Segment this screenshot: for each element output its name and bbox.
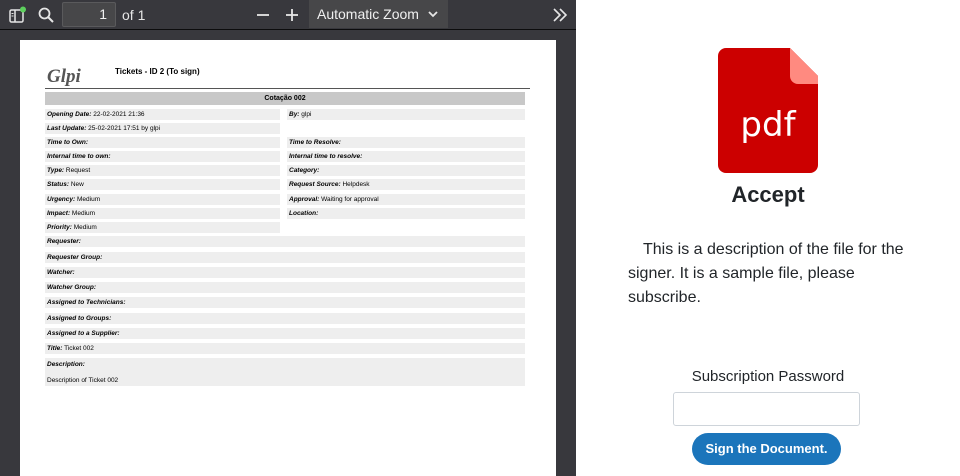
field-value: Medium bbox=[75, 196, 101, 203]
ticket-field-row: Watcher Group: bbox=[45, 282, 525, 293]
signature-panel: pdf Accept This is a description of the … bbox=[576, 0, 960, 476]
ticket-field-row: Time to Own: bbox=[45, 137, 280, 148]
file-description: This is a description of the file for th… bbox=[628, 241, 904, 306]
chevron-down-icon bbox=[428, 11, 438, 18]
field-label: Title: bbox=[47, 345, 63, 352]
zoom-out-button[interactable] bbox=[254, 0, 272, 30]
ticket-field-row: Internal time to resolve: bbox=[287, 151, 525, 162]
field-value: Helpdesk bbox=[340, 181, 370, 188]
ticket-field-row: By: glpi bbox=[287, 109, 525, 120]
description-label: Description: bbox=[47, 361, 85, 368]
field-label: Time to Own: bbox=[47, 139, 89, 146]
field-label: Time to Resolve: bbox=[289, 139, 341, 146]
sidebar-toggle-button[interactable] bbox=[6, 0, 28, 30]
pdf-toolbar: 1 of 1 Automatic Zoom bbox=[0, 0, 576, 30]
field-label: Urgency: bbox=[47, 196, 76, 203]
ticket-field-row: Urgency: Medium bbox=[45, 194, 280, 205]
ticket-field-row: Status: New bbox=[45, 179, 280, 190]
field-label: Requester Group: bbox=[47, 254, 103, 261]
ticket-field-row: Assigned to Groups: bbox=[45, 313, 525, 324]
pdf-icon-label: pdf bbox=[740, 105, 796, 145]
field-value: Waiting for approval bbox=[319, 196, 379, 203]
field-value: Medium bbox=[70, 210, 96, 217]
search-icon bbox=[38, 7, 54, 23]
zoom-value: Automatic Zoom bbox=[317, 6, 419, 22]
plus-icon bbox=[286, 9, 298, 21]
sign-document-button[interactable]: Sign the Document. bbox=[692, 433, 841, 465]
tools-menu-button[interactable] bbox=[550, 0, 570, 30]
ticket-field-row: Assigned to Technicians: bbox=[45, 297, 525, 308]
zoom-in-button[interactable] bbox=[283, 0, 301, 30]
field-label: Status: bbox=[47, 181, 70, 188]
page-count: of 1 bbox=[122, 7, 146, 23]
section-title: Cotação 002 bbox=[45, 92, 525, 105]
field-label: Assigned to Groups: bbox=[47, 315, 112, 322]
field-label: Priority: bbox=[47, 224, 72, 231]
sidebar-icon bbox=[9, 6, 26, 23]
field-value: Medium bbox=[71, 224, 97, 231]
minus-icon bbox=[257, 14, 269, 16]
glpi-logo: Glpi bbox=[47, 66, 81, 87]
ticket-field-row: Priority: Medium bbox=[45, 222, 280, 233]
ticket-field-row: Last Update: 25-02-2021 17:51 by glpi bbox=[45, 123, 280, 134]
field-value: 25-02-2021 17:51 by glpi bbox=[86, 125, 161, 132]
field-value: 22-02-2021 21:36 bbox=[91, 111, 145, 118]
field-label: Request Source: bbox=[289, 181, 341, 188]
ticket-field-row: Assigned to a Supplier: bbox=[45, 328, 525, 339]
field-label: Watcher: bbox=[47, 269, 75, 276]
field-label: Assigned to Technicians: bbox=[47, 299, 126, 306]
field-value: Ticket 002 bbox=[62, 345, 94, 352]
field-label: Last Update: bbox=[47, 125, 87, 132]
ticket-field-row: Title: Ticket 002 bbox=[45, 343, 525, 354]
description-value: Description of Ticket 002 bbox=[47, 377, 119, 384]
ticket-field-row: Internal time to own: bbox=[45, 151, 280, 162]
ticket-field-row: Requester Group: bbox=[45, 252, 525, 263]
divider bbox=[45, 88, 530, 89]
double-chevron-right-icon bbox=[553, 8, 568, 22]
doc-title: Tickets - ID 2 (To sign) bbox=[115, 67, 200, 76]
field-label: Category: bbox=[289, 167, 320, 174]
field-label: Opening Date: bbox=[47, 111, 92, 118]
zoom-select[interactable]: Automatic Zoom bbox=[309, 0, 448, 28]
field-value: Request bbox=[64, 167, 91, 174]
pdf-page: Glpi Tickets - ID 2 (To sign) Cotação 00… bbox=[20, 40, 556, 476]
ticket-field-row: Opening Date: 22-02-2021 21:36 bbox=[45, 109, 280, 120]
field-label: Internal time to own: bbox=[47, 153, 111, 160]
field-label: Impact: bbox=[47, 210, 71, 217]
subscription-password-input[interactable] bbox=[673, 392, 860, 426]
ticket-field-row: Location: bbox=[287, 208, 525, 219]
field-value: New bbox=[69, 181, 84, 188]
field-label: Watcher Group: bbox=[47, 284, 96, 291]
ticket-field-row: Requester: bbox=[45, 236, 525, 247]
pdf-file-icon: pdf bbox=[718, 48, 818, 173]
ticket-field-row: Request Source: Helpdesk bbox=[287, 179, 525, 190]
password-label: Subscription Password bbox=[691, 368, 845, 385]
accept-heading: Accept bbox=[731, 182, 805, 207]
pdf-viewer: 1 of 1 Automatic Zoom Glpi Tickets - ID … bbox=[0, 0, 576, 476]
ticket-field-row: Category: bbox=[287, 165, 525, 176]
field-label: Assigned to a Supplier: bbox=[47, 330, 120, 337]
ticket-field-row: Time to Resolve: bbox=[287, 137, 525, 148]
field-label: Approval: bbox=[289, 196, 320, 203]
find-button[interactable] bbox=[35, 0, 57, 30]
field-label: Type: bbox=[47, 167, 65, 174]
field-label: Location: bbox=[289, 210, 319, 217]
ticket-field-row: Watcher: bbox=[45, 267, 525, 278]
ticket-field-row: Type: Request bbox=[45, 165, 280, 176]
description-block: Description: Description of Ticket 002 bbox=[45, 358, 525, 386]
ticket-field-row: Approval: Waiting for approval bbox=[287, 194, 525, 205]
field-label: Requester: bbox=[47, 238, 81, 245]
field-value: glpi bbox=[299, 111, 312, 118]
field-label: Internal time to resolve: bbox=[289, 153, 363, 160]
page-number-input[interactable]: 1 bbox=[62, 2, 116, 27]
ticket-field-row: Impact: Medium bbox=[45, 208, 280, 219]
field-label: By: bbox=[289, 111, 300, 118]
